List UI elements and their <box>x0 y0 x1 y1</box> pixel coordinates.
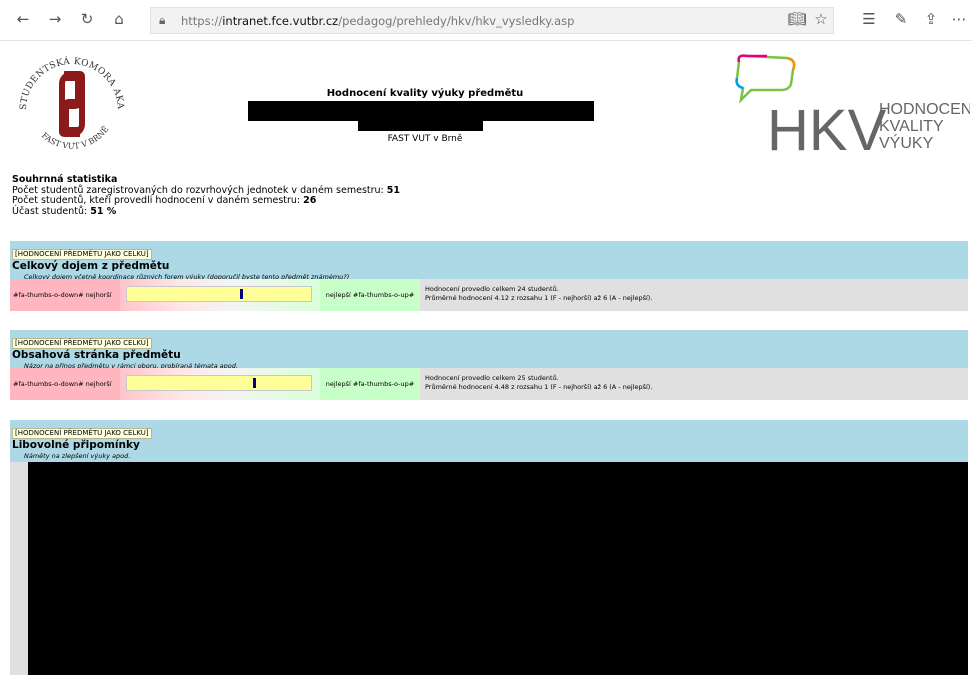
section-title: Libovolné připomínky <box>12 439 140 451</box>
rating-average: Průměrné hodnocení 4.48 z rozsahu 1 (F -… <box>425 383 653 391</box>
best-label: nejlepší #fa-thumbs-o-up# <box>320 279 420 311</box>
rating-info: Hodnocení provedlo celkem 24 studentů. P… <box>425 285 652 303</box>
rating-bar <box>120 368 320 400</box>
student-chamber-seal: STUDENTSKÁ KOMORA AKADEMICKÉHO SENÁTU FA… <box>12 46 125 151</box>
url-path: /pedagog/prehledy/hkv/hkv_vysledky.asp <box>338 13 575 28</box>
section-title: Celkový dojem z předmětu <box>12 260 170 272</box>
page-content: STUDENTSKÁ KOMORA AKADEMICKÉHO SENÁTU FA… <box>10 42 970 675</box>
pen-icon[interactable]: ✎ <box>890 8 912 30</box>
logo-line3: VÝUKY <box>879 133 934 152</box>
more-icon[interactable]: ⋯ <box>948 8 970 30</box>
best-label: nejlepší #fa-thumbs-o-up# <box>320 368 420 400</box>
worst-label: #fa-thumbs-o-down# nejhorší <box>10 368 120 400</box>
worst-label: #fa-thumbs-o-down# nejhorší <box>10 279 120 311</box>
stats-participation: Účast studentů: 51 % <box>12 205 117 217</box>
summary-statistics: Souhrnná statistika Počet studentů zareg… <box>12 174 400 217</box>
section-tag: [HODNOCENÍ PŘEDMĚTU JAKO CELKU] <box>12 338 152 349</box>
rating-average: Průměrné hodnocení 4.12 z rozsahu 1 (F -… <box>425 294 653 302</box>
section-description: Náměty na zlepšení výuky apod. <box>24 452 131 460</box>
section-title: Obsahová stránka předmětu <box>12 349 181 361</box>
browser-toolbar: ← → ↻ ⌂ 🔒︎ https://intranet.fce.vutbr.cz… <box>0 0 972 41</box>
rating-row-overall: #fa-thumbs-o-down# nejhorší nejlepší #fa… <box>10 279 968 311</box>
rating-row-content: #fa-thumbs-o-down# nejhorší nejlepší #fa… <box>10 368 968 400</box>
url-host: intranet.fce.vutbr.cz <box>222 13 339 28</box>
rating-bar-track <box>126 375 312 391</box>
lock-icon: 🔒︎ <box>159 13 166 27</box>
logo-line1: HODNOCENÍ <box>879 99 970 118</box>
rating-count: Hodnocení provedlo celkem 24 studentů. <box>425 285 559 293</box>
address-bar[interactable]: 🔒︎ https://intranet.fce.vutbr.cz/pedagog… <box>150 7 834 34</box>
rating-marker <box>239 289 243 299</box>
comments-gutter <box>10 462 28 675</box>
home-icon[interactable]: ⌂ <box>108 8 130 30</box>
share-icon[interactable]: ⇪ <box>920 8 942 30</box>
redacted-comments <box>28 462 968 675</box>
reading-view-icon[interactable]: 📖︎ <box>786 8 808 30</box>
logo-line2: KVALITY <box>879 118 944 135</box>
redacted-course-code <box>358 121 483 131</box>
page-title: Hodnocení kvality výuky předmětu <box>326 88 524 99</box>
rating-bar <box>120 279 320 311</box>
favorites-list-icon[interactable]: ☰ <box>858 8 880 30</box>
refresh-icon[interactable]: ↻ <box>76 8 98 30</box>
section-tag: [HODNOCENÍ PŘEDMĚTU JAKO CELKU] <box>12 249 152 260</box>
rating-info: Hodnocení provedlo celkem 25 studentů. P… <box>425 374 652 392</box>
section-tag: [HODNOCENÍ PŘEDMĚTU JAKO CELKU] <box>12 428 152 439</box>
section-overall-impression: [HODNOCENÍ PŘEDMĚTU JAKO CELKU] Celkový … <box>10 241 968 281</box>
forward-arrow-icon[interactable]: → <box>44 8 66 30</box>
rating-count: Hodnocení provedlo celkem 25 studentů. <box>425 374 559 382</box>
section-comments: [HODNOCENÍ PŘEDMĚTU JAKO CELKU] Libovoln… <box>10 420 968 462</box>
star-icon[interactable]: ☆ <box>810 8 832 30</box>
logo-letters: HKV <box>767 98 887 152</box>
url-scheme: https:// <box>181 13 223 28</box>
redacted-course-name <box>248 101 594 121</box>
section-content: [HODNOCENÍ PŘEDMĚTU JAKO CELKU] Obsahová… <box>10 330 968 370</box>
hkv-logo: HKV HODNOCENÍ KVALITY VÝUKY <box>735 54 970 152</box>
faculty-name: FAST VUT v Brně <box>387 134 463 144</box>
rating-bar-track <box>126 286 312 302</box>
back-arrow-icon[interactable]: ← <box>12 8 34 30</box>
rating-marker <box>252 378 256 388</box>
